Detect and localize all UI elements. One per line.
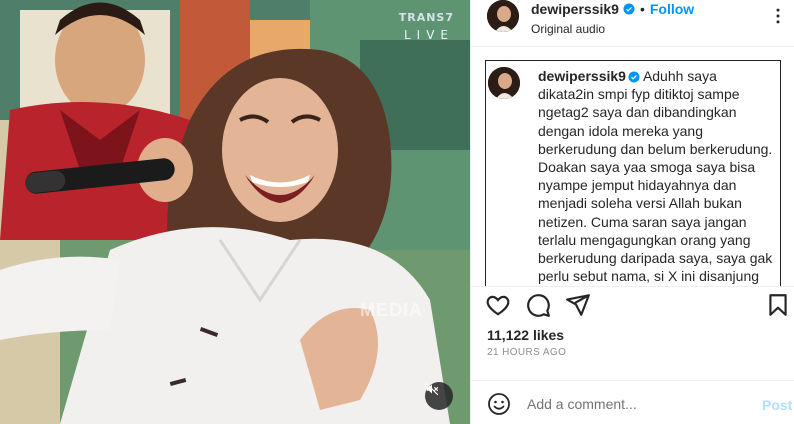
- heart-icon[interactable]: [485, 292, 511, 318]
- video-frame-illustration: [0, 0, 470, 424]
- post-header: dewiperssik9 • Follow Original audio: [471, 0, 794, 50]
- caption-section: dewiperssik9 Aduhh saya dikata2in smpi fy…: [485, 60, 781, 286]
- likes-count[interactable]: 11,122 likes: [487, 327, 564, 343]
- comment-icon[interactable]: [525, 292, 551, 318]
- more-options-icon[interactable]: [768, 6, 788, 26]
- post-timestamp[interactable]: 21 HOURS AGO: [487, 347, 566, 358]
- speaker-muted-icon: [425, 382, 439, 396]
- divider: [471, 286, 794, 287]
- caption-username-link[interactable]: dewiperssik9: [538, 68, 626, 84]
- post-video[interactable]: TRANS7 LIVE MEDIA: [0, 0, 470, 424]
- channel-logo-bottom: LIVE: [403, 28, 454, 42]
- caption-avatar[interactable]: [488, 67, 520, 99]
- emoji-icon[interactable]: [487, 392, 511, 416]
- bookmark-icon[interactable]: [765, 292, 791, 318]
- channel-logo-top: TRANS7: [398, 11, 454, 24]
- divider: [471, 46, 794, 47]
- comment-input[interactable]: [527, 392, 737, 416]
- audio-link[interactable]: Original audio: [531, 22, 605, 36]
- post-comment-button[interactable]: Post: [762, 397, 792, 413]
- video-watermark: MEDIA: [360, 300, 423, 320]
- username-link[interactable]: dewiperssik9: [531, 1, 619, 17]
- share-icon[interactable]: [565, 292, 591, 318]
- channel-logo: TRANS7 LIVE: [399, 12, 454, 41]
- divider: [471, 380, 794, 381]
- profile-photo-icon: [488, 67, 520, 99]
- avatar[interactable]: [487, 0, 519, 32]
- mute-toggle-button[interactable]: [425, 382, 453, 410]
- comment-bar: Post: [471, 382, 794, 424]
- verified-badge-icon: [628, 71, 640, 83]
- separator-dot: •: [639, 1, 645, 17]
- profile-photo-icon: [487, 0, 519, 32]
- post-side-panel: dewiperssik9 • Follow Original audio dew…: [470, 0, 794, 424]
- verified-badge-icon: [623, 3, 635, 15]
- action-bar: [471, 292, 794, 320]
- follow-button[interactable]: Follow: [650, 1, 694, 17]
- caption-text: Aduhh saya dikata2in smpi fyp ditiktoj s…: [538, 68, 773, 285]
- caption-text-block: dewiperssik9 Aduhh saya dikata2in smpi fy…: [538, 67, 776, 286]
